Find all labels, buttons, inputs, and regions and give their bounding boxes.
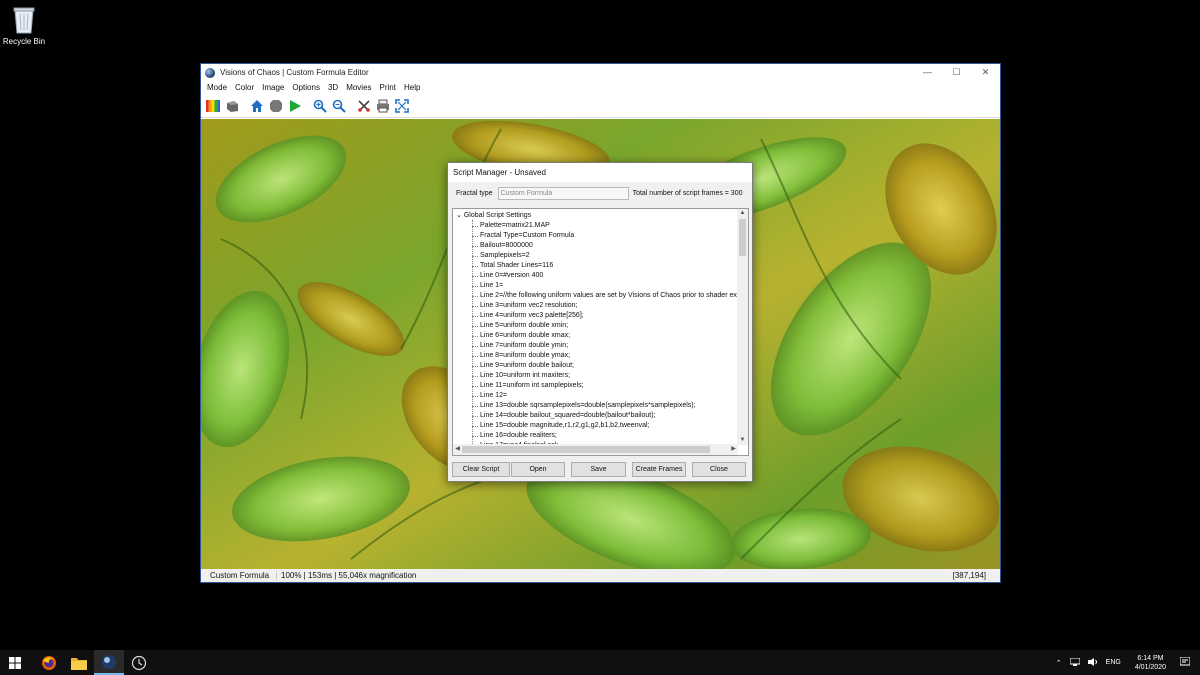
save-button[interactable]: Save [571, 462, 626, 477]
taskbar: ⌃ ENG 6:14 PM 4/01/2020 [0, 650, 1200, 675]
tree-item[interactable]: Line 16=double realiters; [471, 431, 744, 441]
clock-time: 6:14 PM [1137, 654, 1164, 662]
network-icon[interactable] [1069, 657, 1081, 668]
script-tree-view[interactable]: ⌄ Global Script Settings Palette=matrix2… [452, 208, 749, 456]
fractal-type-label: Fractal type [456, 190, 493, 197]
tree-item[interactable]: Line 15=double magnitude,r1,r2,g1,g2,b1,… [471, 421, 744, 431]
clock-app-icon[interactable] [124, 650, 154, 675]
file-explorer-icon[interactable] [64, 650, 94, 675]
tree-item[interactable]: Total Shader Lines=116 [471, 261, 744, 271]
tree-item[interactable]: Line 8=uniform double ymax; [471, 351, 744, 361]
scroll-right-icon[interactable]: ▶ [729, 444, 738, 455]
menu-help[interactable]: Help [400, 83, 424, 92]
tree-item[interactable]: Bailout=8000000 [471, 241, 744, 251]
total-frames-text: Total number of script frames = 300 [632, 190, 743, 197]
status-coordinates: [387,194] [952, 571, 986, 580]
language-indicator[interactable]: ENG [1106, 659, 1121, 666]
tree-item[interactable]: Palette=matrix21.MAP [471, 221, 744, 231]
tree-item[interactable]: Line 14=double bailout_squared=double(ba… [471, 411, 744, 421]
tree-item[interactable]: Line 2=//the following uniform values ar… [471, 291, 744, 301]
stop-icon[interactable] [268, 98, 284, 114]
tree-item[interactable]: Line 5=uniform double xmin; [471, 321, 744, 331]
tree-item[interactable]: Line 12= [471, 391, 744, 401]
clear-script-button[interactable]: Clear Script [452, 462, 510, 477]
tree-item[interactable]: Line 3=uniform vec2 resolution; [471, 301, 744, 311]
cube-icon[interactable] [224, 98, 240, 114]
open-button[interactable]: Open [511, 462, 565, 477]
collapse-chevron-icon[interactable]: ⌄ [456, 212, 462, 219]
script-manager-dialog: Script Manager - Unsaved Fractal type Cu… [447, 162, 753, 482]
menu-3d[interactable]: 3D [324, 83, 342, 92]
clock-date: 4/01/2020 [1134, 663, 1166, 671]
recycle-bin-icon [11, 4, 37, 34]
horizontal-scrollbar[interactable]: ◀ ▶ [453, 444, 738, 455]
status-mode: Custom Formula [201, 571, 277, 580]
tree-root-label: Global Script Settings [463, 212, 532, 219]
tree-item[interactable]: Line 1= [471, 281, 744, 291]
close-window-button[interactable]: ✕ [971, 67, 1000, 78]
play-icon[interactable] [287, 98, 303, 114]
tree-item[interactable]: Line 6=uniform double xmax; [471, 331, 744, 341]
menu-color[interactable]: Color [231, 83, 258, 92]
speaker-icon[interactable] [1087, 657, 1098, 668]
menu-movies[interactable]: Movies [342, 83, 375, 92]
scroll-left-icon[interactable]: ◀ [453, 444, 462, 455]
create-frames-button[interactable]: Create Frames [632, 462, 686, 477]
zoom-out-icon[interactable] [331, 98, 347, 114]
scroll-down-icon[interactable]: ▼ [737, 436, 748, 445]
menu-print[interactable]: Print [376, 83, 400, 92]
tree-items: Palette=matrix21.MAP Fractal Type=Custom … [471, 221, 744, 451]
title-bar[interactable]: Visions of Chaos | Custom Formula Editor… [201, 64, 1000, 81]
vertical-scrollbar[interactable]: ▲ ▼ [737, 209, 748, 445]
zoom-in-icon[interactable] [312, 98, 328, 114]
recycle-bin-label: Recycle Bin [2, 37, 46, 46]
vertical-scroll-thumb[interactable] [739, 219, 746, 256]
tree-root[interactable]: ⌄ Global Script Settings [456, 211, 531, 219]
dialog-title[interactable]: Script Manager - Unsaved [448, 163, 752, 182]
tree-item[interactable]: Samplepixels=2 [471, 251, 744, 261]
notifications-icon[interactable] [1179, 656, 1191, 669]
fractal-type-field[interactable]: Custom Formula [497, 187, 629, 200]
firefox-icon[interactable] [34, 650, 64, 675]
tree-item[interactable]: Fractal Type=Custom Formula [471, 231, 744, 241]
palette-icon[interactable] [205, 98, 221, 114]
menu-image[interactable]: Image [258, 83, 288, 92]
status-info: 100% | 153ms | 55,046x magnification [281, 571, 417, 580]
start-icon[interactable] [0, 650, 30, 675]
crop-icon[interactable] [356, 98, 372, 114]
system-tray: ⌃ ENG 6:14 PM 4/01/2020 [1052, 650, 1200, 675]
tree-item[interactable]: Line 10=uniform int maxiters; [471, 371, 744, 381]
print-icon[interactable] [375, 98, 391, 114]
fullscreen-icon[interactable] [394, 98, 410, 114]
tree-item[interactable]: Line 13=double sqrsamplepixels=double(sa… [471, 401, 744, 411]
visions-of-chaos-icon[interactable] [94, 650, 124, 675]
window-title: Visions of Chaos | Custom Formula Editor [220, 68, 369, 77]
maximize-button[interactable]: ☐ [942, 67, 971, 78]
menu-bar: Mode Color Image Options 3D Movies Print… [201, 81, 1000, 94]
app-logo-icon [205, 67, 215, 78]
minimize-button[interactable]: — [913, 67, 942, 78]
system-clock[interactable]: 6:14 PM 4/01/2020 [1135, 654, 1166, 672]
tree-item[interactable]: Line 0=#version 400 [471, 271, 744, 281]
tree-item[interactable]: Line 11=uniform int samplepixels; [471, 381, 744, 391]
menu-mode[interactable]: Mode [203, 83, 231, 92]
tree-item[interactable]: Line 4=uniform vec3 palette[256]; [471, 311, 744, 321]
menu-options[interactable]: Options [288, 83, 324, 92]
tree-item[interactable]: Line 7=uniform double ymin; [471, 341, 744, 351]
home-icon[interactable] [249, 98, 265, 114]
tree-item[interactable]: Line 9=uniform double bailout; [471, 361, 744, 371]
horizontal-scroll-thumb[interactable] [462, 446, 710, 453]
toolbar [201, 94, 1000, 118]
recycle-bin-shortcut[interactable]: Recycle Bin [2, 4, 46, 46]
desktop: Recycle Bin Visions of Chaos | Custom Fo… [0, 0, 1200, 650]
close-button[interactable]: Close [692, 462, 746, 477]
chevron-up-icon[interactable]: ⌃ [1056, 659, 1062, 667]
scroll-up-icon[interactable]: ▲ [737, 209, 748, 218]
status-bar: Custom Formula 100% | 153ms | 55,046x ma… [201, 569, 1000, 582]
